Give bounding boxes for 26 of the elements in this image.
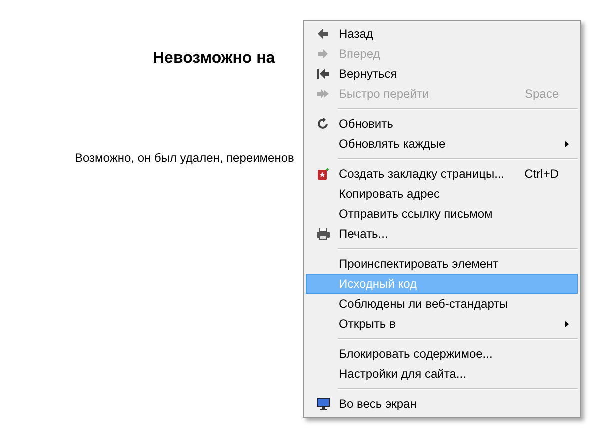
shortcut-label: Ctrl+D <box>524 167 559 181</box>
printer-icon <box>316 228 330 240</box>
menu-item[interactable]: Соблюдены ли веб-стандарты <box>306 294 578 314</box>
menu-item[interactable]: Во весь экран <box>306 394 578 414</box>
menu-item[interactable]: Копировать адрес <box>306 184 578 204</box>
page-heading: Невозможно на <box>153 50 276 68</box>
rewind-icon <box>316 68 330 80</box>
menu-item[interactable]: Печать... <box>306 224 578 244</box>
error-message: Возможно, он был удален, переименов <box>75 151 294 165</box>
back-arrow-icon <box>316 28 330 40</box>
menu-item[interactable]: Вернуться <box>306 64 578 84</box>
menu-item[interactable]: Назад <box>306 24 578 44</box>
bookmark-icon <box>316 168 330 180</box>
reload-icon <box>316 118 330 130</box>
menu-item[interactable]: Блокировать содержимое... <box>306 344 578 364</box>
shortcut-label: Space <box>524 87 559 101</box>
menu-item[interactable]: Обновлять каждые <box>306 134 578 154</box>
menu-item[interactable]: Отправить ссылку письмом <box>306 204 578 224</box>
forward-arrow-icon <box>316 48 330 60</box>
menu-item[interactable]: Открыть в <box>306 314 578 334</box>
menu-item[interactable]: Проинспектировать элемент <box>306 254 578 274</box>
menu-item[interactable]: Настройки для сайта... <box>306 364 578 384</box>
fast-forward-icon <box>316 88 330 100</box>
menu-item[interactable]: Создать закладку страницы... Ctrl+D <box>306 164 578 184</box>
monitor-icon <box>316 398 330 410</box>
menu-item[interactable]: Обновить <box>306 114 578 134</box>
